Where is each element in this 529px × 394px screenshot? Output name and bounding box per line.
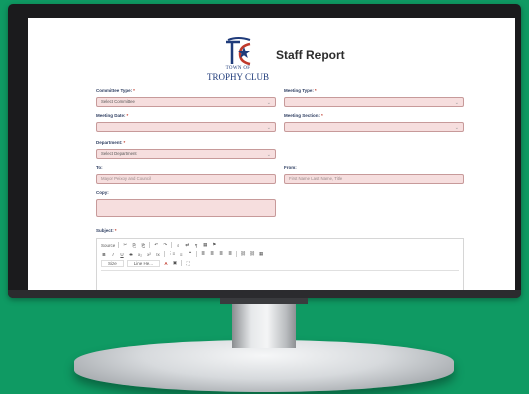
anchor-icon[interactable]: ⚑ bbox=[211, 242, 217, 248]
toolbar-divider bbox=[171, 242, 173, 248]
cut-icon[interactable]: ✂ bbox=[122, 242, 128, 248]
monitor-stand-neck bbox=[232, 298, 296, 348]
subject-label: Subject:* bbox=[96, 228, 117, 233]
redo-icon[interactable]: ↷ bbox=[162, 242, 168, 248]
line-height-select[interactable]: Line He... bbox=[126, 259, 161, 267]
page-header: TOWN OF TROPHY CLUB Staff Report bbox=[28, 18, 515, 82]
insert-table-icon[interactable]: ▦ bbox=[258, 251, 264, 257]
superscript-button[interactable]: x² bbox=[146, 252, 152, 257]
copy-icon[interactable]: ⎘ bbox=[131, 243, 137, 248]
table-icon[interactable]: ▦ bbox=[202, 242, 208, 248]
monitor-stand-joint bbox=[220, 298, 308, 304]
italic-button[interactable]: I bbox=[110, 252, 116, 257]
chevron-down-icon: ⌄ bbox=[266, 152, 271, 158]
monitor-screen: TOWN OF TROPHY CLUB Staff Report Committ… bbox=[28, 18, 515, 290]
paste-icon[interactable]: ⎗ bbox=[140, 243, 146, 248]
align-center-icon[interactable]: ≣ bbox=[209, 251, 215, 257]
chevron-down-icon: ⌄ bbox=[266, 100, 271, 106]
committee-type-label: Committee Type:* bbox=[96, 88, 135, 93]
logo-town-name: TROPHY CLUB bbox=[207, 72, 269, 82]
align-justify-icon[interactable]: ≣ bbox=[227, 251, 233, 257]
toolbar-divider bbox=[236, 251, 238, 257]
department-label: Department:* bbox=[96, 140, 126, 145]
copy-textarea[interactable] bbox=[96, 199, 276, 217]
page-title: Staff Report bbox=[276, 48, 345, 62]
subject-rich-text-editor[interactable]: Source ✂ ⎘ ⎗ ↶ ↷ ⌕ ⇄ ¶ ▦ ⚑ B I U S x₂ x²… bbox=[96, 238, 464, 290]
toolbar-divider bbox=[149, 242, 151, 248]
blockquote-icon[interactable]: ❝ bbox=[187, 251, 193, 257]
logo-town-of: TOWN OF bbox=[225, 66, 251, 71]
meeting-date-select[interactable]: ⌄ bbox=[96, 122, 276, 132]
meeting-section-label: Meeting Section:* bbox=[284, 113, 323, 118]
font-size-select[interactable]: Size bbox=[101, 259, 124, 267]
meeting-date-label: Meeting Date:* bbox=[96, 113, 129, 118]
find-icon[interactable]: ⌕ bbox=[175, 243, 181, 248]
chevron-down-icon: ⌄ bbox=[454, 100, 459, 106]
department-select[interactable]: Select Department ⌄ bbox=[96, 149, 276, 159]
editor-toolbar-row-1: Source ✂ ⎘ ⎗ ↶ ↷ ⌕ ⇄ ¶ ▦ ⚑ bbox=[101, 241, 217, 249]
align-right-icon[interactable]: ≣ bbox=[218, 251, 224, 257]
editor-toolbar-row-3: Size Line He... A ▣ ⛶ bbox=[101, 259, 191, 267]
undo-icon[interactable]: ↶ bbox=[153, 242, 159, 248]
editor-toolbar-row-2: B I U S x₂ x² Ix ⋮≡ ≡ ❝ ≣ ≣ ≣ ≣ ⛓ ⛓ ▦ bbox=[101, 250, 264, 258]
source-button[interactable]: Source bbox=[101, 243, 115, 248]
background-color-icon[interactable]: ▣ bbox=[172, 260, 178, 266]
editor-content-area[interactable] bbox=[101, 270, 459, 290]
monitor-bezel: TOWN OF TROPHY CLUB Staff Report Committ… bbox=[8, 4, 521, 298]
committee-type-select[interactable]: Select Committee ⌄ bbox=[96, 97, 276, 107]
text-color-icon[interactable]: A bbox=[163, 261, 169, 266]
strikethrough-button[interactable]: S bbox=[128, 252, 134, 257]
toolbar-divider bbox=[181, 260, 183, 266]
link-icon[interactable]: ⛓ bbox=[240, 251, 246, 257]
to-label: To: bbox=[96, 165, 103, 170]
toolbar-divider bbox=[164, 251, 165, 257]
subscript-button[interactable]: x₂ bbox=[137, 252, 143, 257]
copy-label: Copy: bbox=[96, 190, 109, 195]
clear-format-button[interactable]: Ix bbox=[155, 252, 161, 257]
unlink-icon[interactable]: ⛓ bbox=[249, 251, 255, 257]
chevron-down-icon: ⌄ bbox=[266, 125, 271, 131]
chevron-down-icon: ⌄ bbox=[454, 125, 459, 131]
trophy-club-emblem-icon bbox=[226, 37, 251, 66]
paragraph-icon[interactable]: ¶ bbox=[193, 243, 199, 248]
town-logo: TOWN OF TROPHY CLUB bbox=[206, 34, 270, 82]
meeting-type-select[interactable]: ⌄ bbox=[284, 97, 464, 107]
maximize-icon[interactable]: ⛶ bbox=[185, 261, 191, 266]
to-input[interactable]: Mayor Peixoy and Council bbox=[96, 174, 276, 184]
toolbar-divider bbox=[118, 242, 120, 248]
meeting-section-select[interactable]: ⌄ bbox=[284, 122, 464, 132]
meeting-type-label: Meeting Type:* bbox=[284, 88, 317, 93]
bulleted-list-icon[interactable]: ≡ bbox=[178, 252, 184, 257]
monitor-chin bbox=[8, 290, 521, 298]
bold-button[interactable]: B bbox=[101, 252, 107, 257]
from-label: From: bbox=[284, 165, 297, 170]
underline-button[interactable]: U bbox=[119, 252, 125, 257]
toolbar-divider bbox=[196, 251, 198, 257]
replace-icon[interactable]: ⇄ bbox=[184, 242, 190, 248]
numbered-list-icon[interactable]: ⋮≡ bbox=[168, 251, 175, 257]
align-left-icon[interactable]: ≣ bbox=[200, 251, 206, 257]
from-input[interactable]: First Name Last Name, Title bbox=[284, 174, 464, 184]
